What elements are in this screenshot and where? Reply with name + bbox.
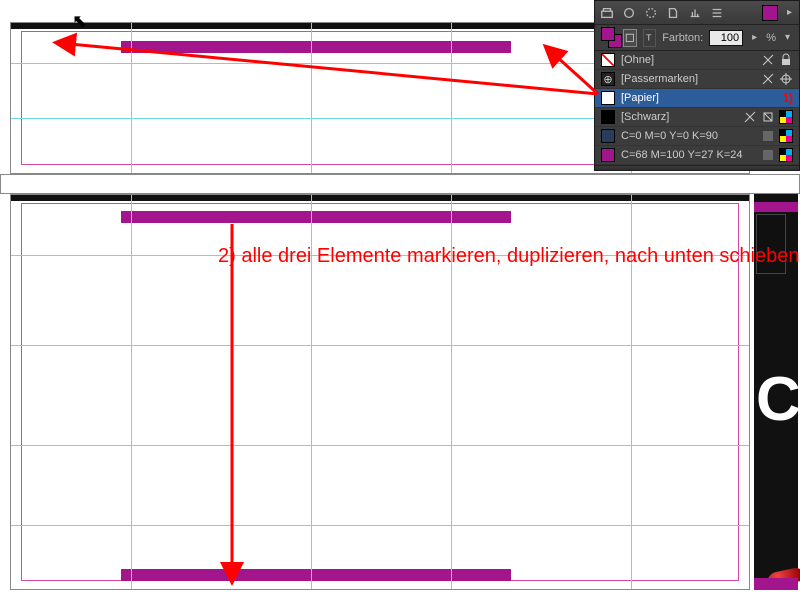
annotation-step1: 1): [782, 91, 793, 105]
svg-text:T: T: [646, 32, 652, 42]
swatch-label: [Schwarz]: [621, 111, 737, 123]
no-edit-icon: [743, 110, 757, 124]
panel-tab-icon[interactable]: [599, 5, 615, 21]
preview-magenta-bottom: [754, 578, 798, 590]
swatch-row-black[interactable]: [Schwarz]: [595, 108, 799, 127]
vertical-guide: [131, 195, 132, 589]
horizontal-guide: [11, 445, 749, 446]
preview-big-letter: C: [756, 364, 800, 444]
active-fill-swatch[interactable]: [762, 5, 778, 21]
panel-flyout-icon[interactable]: ▾: [782, 32, 793, 43]
swatch-label: C=68 M=100 Y=27 K=24: [621, 149, 755, 161]
horizontal-guide: [11, 525, 749, 526]
swatch-label: [Ohne]: [621, 54, 755, 66]
magenta-bar-top[interactable]: [121, 41, 511, 53]
panel-tab-icon[interactable]: [621, 5, 637, 21]
panel-menu-arrow-icon[interactable]: ▸: [784, 7, 795, 18]
tint-input[interactable]: [709, 30, 743, 46]
panel-tab-icon[interactable]: [643, 5, 659, 21]
process-color-icon: [761, 148, 775, 162]
text-formatting-button[interactable]: T: [643, 29, 657, 47]
swatch-black-icon: [601, 110, 615, 124]
magenta-bar-upper[interactable]: [121, 211, 511, 223]
swatch-label: [Passermarken]: [621, 73, 755, 85]
magenta-bar-lower[interactable]: [121, 569, 511, 581]
swatch-label: C=0 M=0 Y=0 K=90: [621, 130, 755, 142]
swatch-registration-icon: [601, 72, 615, 86]
panel-options-row: T Farbton: ▸ % ▾: [595, 25, 799, 51]
swatch-color-icon: [601, 129, 615, 143]
horizontal-guide: [11, 345, 749, 346]
no-edit-icon: [761, 53, 775, 67]
swatch-row-registration[interactable]: [Passermarken]: [595, 70, 799, 89]
preview-magenta-bar: [754, 202, 798, 212]
swatch-paper-icon: [601, 91, 615, 105]
cmyk-mode-icon: [779, 129, 793, 143]
top-border-bar: [11, 195, 749, 201]
tint-stepper-icon[interactable]: ▸: [749, 32, 760, 43]
container-formatting-button[interactable]: [623, 29, 637, 47]
swatch-label: [Papier]: [621, 92, 774, 104]
swatch-list: [Ohne] [Passermarken] [Papier] 1) [Schwa…: [595, 51, 799, 165]
swatch-color-icon: [601, 148, 615, 162]
no-delete-icon: [761, 110, 775, 124]
process-color-icon: [761, 129, 775, 143]
swatches-panel[interactable]: ▸ T Farbton: ▸ % ▾ [Ohne] [Passermarken]: [594, 0, 800, 171]
panel-footer: [595, 165, 799, 170]
swatch-none-icon: [601, 53, 615, 67]
fill-stroke-swatch[interactable]: [601, 27, 617, 49]
percent-label: %: [766, 32, 776, 44]
swatch-row-paper[interactable]: [Papier] 1): [595, 89, 799, 108]
panel-tab-icon[interactable]: [709, 5, 725, 21]
swatch-row-cmyk-1[interactable]: C=0 M=0 Y=0 K=90: [595, 127, 799, 146]
panel-tab-icon[interactable]: [687, 5, 703, 21]
cmyk-mode-icon: [779, 148, 793, 162]
swatch-row-cmyk-2[interactable]: C=68 M=100 Y=27 K=24: [595, 146, 799, 165]
lock-icon: [779, 53, 793, 67]
annotation-step2: 2) alle drei Elemente markieren, duplizi…: [218, 243, 799, 269]
cmyk-mode-icon: [779, 110, 793, 124]
vertical-guide: [311, 23, 312, 173]
no-edit-icon: [761, 72, 775, 86]
panel-tab-icon[interactable]: [665, 5, 681, 21]
tint-label: Farbton:: [662, 32, 703, 44]
swatch-row-none[interactable]: [Ohne]: [595, 51, 799, 70]
spread-gap: [0, 174, 800, 194]
registration-mark-icon: [779, 72, 793, 86]
vertical-guide: [451, 23, 452, 173]
vertical-guide: [131, 23, 132, 173]
panel-tab-bar: ▸: [595, 1, 799, 25]
